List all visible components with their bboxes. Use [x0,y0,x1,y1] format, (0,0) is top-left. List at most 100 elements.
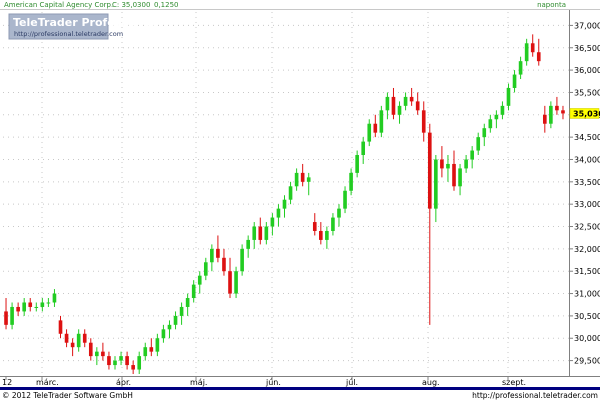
candle [379,105,384,138]
candle-body [421,110,426,133]
candle-body [470,150,474,160]
candle-body [488,119,493,129]
candle-body [191,284,196,299]
header-change: 0,1250 [154,1,179,9]
candle-body [95,351,99,357]
candle-body [270,217,275,227]
y-tick-label: 33,0000 [574,200,600,209]
candle-body [167,324,172,330]
y-tick-label: 32,5000 [574,223,600,232]
candle-body [506,87,511,106]
candle-body [367,123,372,142]
candle-body [222,257,226,272]
price-chart[interactable]: American Capital Agency Corp. C: 35,0300… [0,0,600,400]
candle-body [143,347,148,357]
candle-body [240,248,244,272]
y-tick-label: 30,5000 [574,312,600,321]
candle-body [119,356,123,361]
candle-body [385,96,390,111]
candle-body [403,96,408,106]
candle-body [446,163,450,169]
candle-body [512,74,517,88]
y-tick-label: 34,0000 [574,155,600,164]
candle-body [179,306,184,316]
candle-body [16,306,20,312]
y-tick-label: 34,5000 [574,133,600,142]
header-instrument: American Capital Agency Corp. [4,1,113,9]
candle-body [252,226,257,240]
x-tick-label: 12 [2,378,12,387]
candle-body [518,61,523,75]
candle-body [52,293,57,303]
candle-body [434,159,438,209]
candle-body [28,302,33,307]
y-tick-label: 33,5000 [574,178,600,187]
candle-body [325,230,329,240]
candle-body [361,141,366,156]
x-tick-label: júl. [345,378,358,387]
candle-body [125,356,129,366]
candle-body [34,306,39,308]
candle-body [203,262,208,276]
x-tick-label: ápr. [116,378,131,387]
candle-body [82,333,87,343]
candle-body [173,315,178,325]
candle-body [107,356,111,366]
candle-body [542,114,547,124]
y-tick-label: 37,0000 [574,21,600,30]
candle-body [331,217,335,231]
candle-body [415,101,420,111]
candle-body [294,172,299,187]
candle-body [464,159,468,169]
chart-window: American Capital Agency Corp. C: 35,0300… [0,0,600,400]
candle-body [131,365,135,370]
candle-body [312,222,317,231]
watermark-logo: TeleTrader Professional [13,16,158,29]
candle-body [76,333,81,348]
candle-body [101,351,105,357]
candle-body [337,208,341,218]
candle-body [264,226,269,240]
candle-body [343,190,347,209]
x-axis-scroll-bar[interactable] [0,387,600,390]
y-tick-label: 31,5000 [574,267,600,276]
footer-url: http://professional.teletrader.com [472,391,598,400]
y-tick-label: 31,0000 [574,290,600,299]
candle-body [246,239,250,249]
x-tick-label: jún. [265,378,281,387]
header-period: napontа [537,1,566,9]
candle-body [458,168,462,187]
y-tick-label: 35,5000 [574,88,600,97]
candle-body [561,110,565,114]
candle-body [22,302,27,312]
candle-body [46,302,51,304]
candle-body [88,342,93,357]
candle-body [210,248,214,263]
candle-body [155,338,160,352]
candle-body [427,132,432,209]
candle-body [440,159,444,169]
candle-body [482,128,487,138]
x-tick-label: márc. [36,378,59,387]
y-tick-label: 29,5000 [574,357,600,366]
y-tick-label: 32,0000 [574,245,600,254]
candle-body [282,199,287,209]
watermark-url: http://professional.teletrader.com [14,30,123,38]
candle-body [276,208,281,218]
candle-body [300,172,305,182]
candle-body [494,114,499,120]
current-price-tag: 35,0300 [569,108,600,119]
y-tick-label: 30,0000 [574,334,600,343]
candle-body [397,105,402,115]
candle-body [185,298,190,307]
candle-body [306,177,311,182]
x-tick-label: máj. [190,378,207,387]
candle-body [536,52,541,62]
candle-body [476,137,481,151]
candle-body [373,123,378,133]
header-close: C: 35,0300 [112,1,150,9]
candle-body [161,329,166,339]
y-tick-label: 36,0000 [574,66,600,75]
candle-body [137,356,142,370]
candle-body [355,155,359,173]
